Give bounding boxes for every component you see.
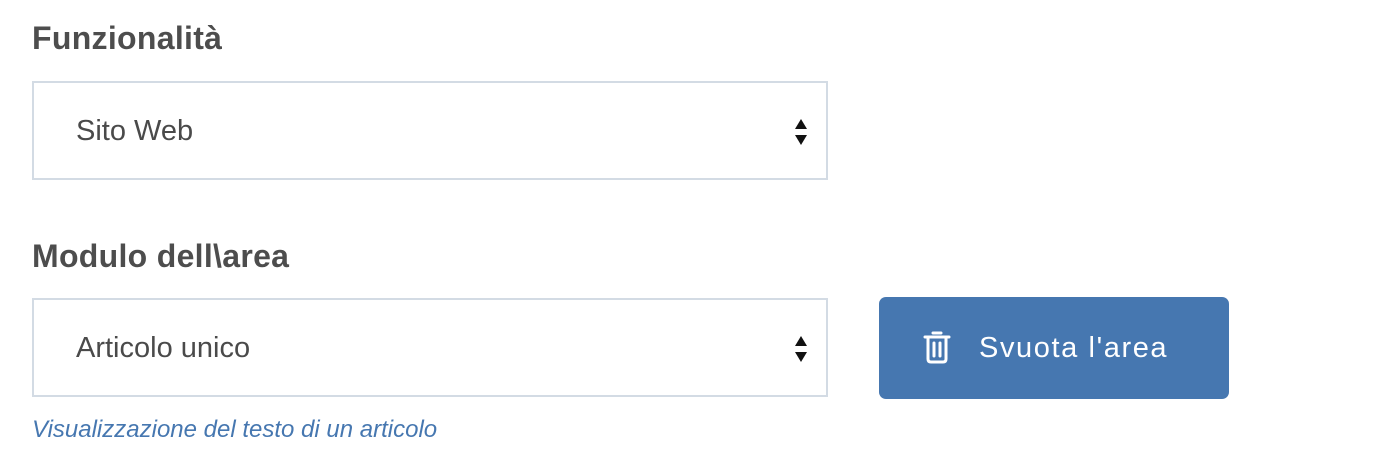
modulo-area-select[interactable]: Articolo unico	[32, 298, 828, 397]
trash-icon	[923, 331, 951, 364]
sort-arrows-icon	[795, 119, 807, 145]
funzionalita-selected-value: Sito Web	[76, 115, 194, 147]
modulo-area-selected-value: Articolo unico	[76, 332, 251, 364]
modulo-area-help-text: Visualizzazione del testo di un articolo	[32, 416, 438, 443]
funzionalita-select[interactable]: Sito Web	[32, 81, 828, 180]
modulo-area-label: Modulo dell\area	[32, 238, 290, 274]
sort-arrows-icon	[795, 336, 807, 362]
funzionalita-label: Funzionalità	[32, 20, 223, 56]
svuota-area-button[interactable]: Svuota l'area	[879, 297, 1229, 399]
svuota-area-button-label: Svuota l'area	[979, 332, 1169, 364]
